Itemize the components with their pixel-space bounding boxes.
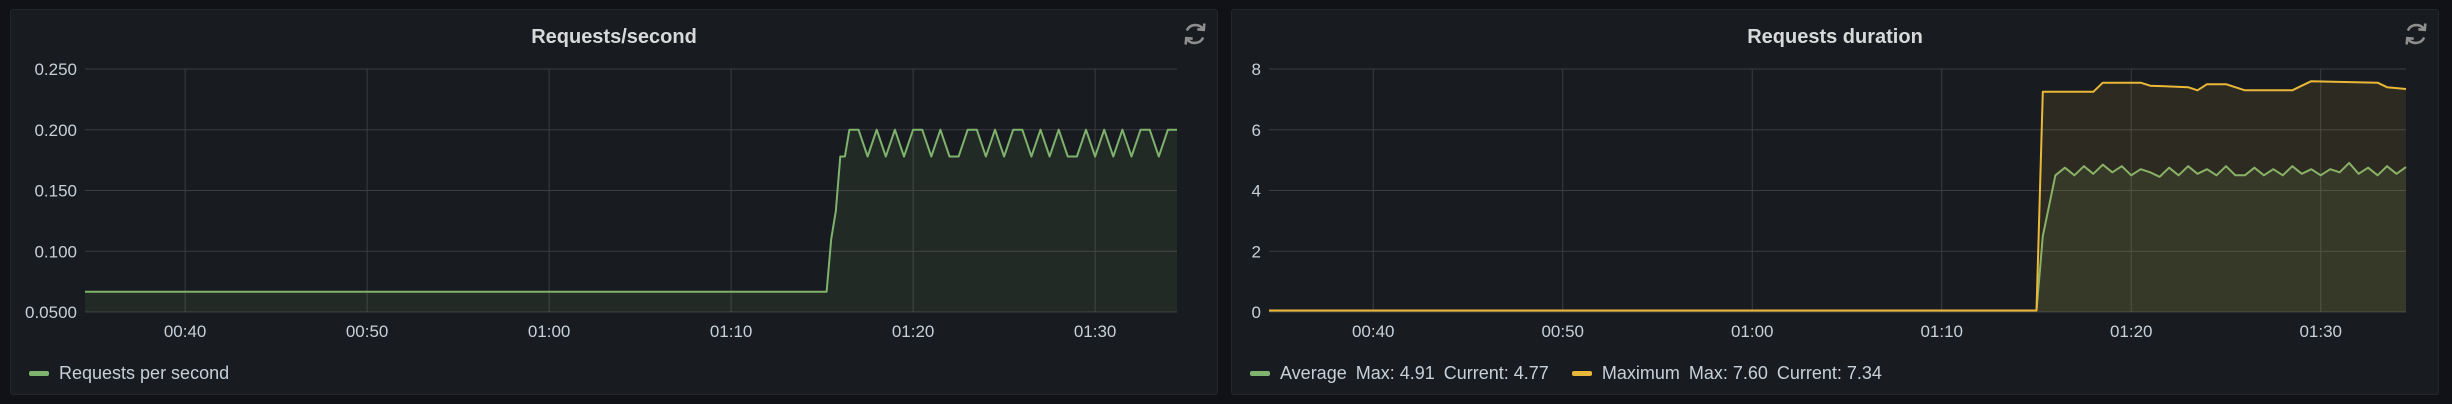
y-tick-label: 0.250	[34, 60, 77, 79]
x-tick-label: 00:40	[1352, 322, 1395, 341]
legend-current: Current: 4.77	[1443, 363, 1549, 383]
legend-swatch	[29, 371, 49, 376]
x-tick-label: 01:10	[710, 322, 753, 341]
chart-requests-per-second: 0.0500 0.100 0.150 0.200 0.250 00:40 00:50 01:0…	[25, 60, 1177, 341]
y-tick-label: 6	[1252, 121, 1261, 140]
y-tick-label: 0.200	[34, 121, 77, 140]
series-area-requests-per-second	[85, 129, 1177, 312]
y-tick-label: 4	[1252, 182, 1261, 201]
legend-item-maximum[interactable]: Maximum Max: 7.60 Current: 7.34	[1571, 363, 1891, 384]
legend-swatch	[1571, 371, 1592, 376]
legend-max: Max: 7.60	[1688, 363, 1768, 383]
y-tick-label: 0.100	[34, 242, 77, 261]
legend: Average Max: 4.91 Current: 4.77 Maximum …	[1250, 363, 1905, 384]
legend-item-average[interactable]: Average Max: 4.91 Current: 4.77	[1250, 363, 1558, 384]
legend-max: Max: 4.91	[1355, 363, 1435, 383]
y-tick-label: 8	[1252, 60, 1261, 79]
y-tick-label: 0.0500	[25, 303, 77, 322]
x-tick-label: 01:00	[528, 322, 571, 341]
x-tick-label: 00:40	[164, 322, 207, 341]
x-tick-label: 01:10	[1920, 322, 1963, 341]
x-tick-label: 01:20	[2110, 322, 2153, 341]
legend-label: Maximum	[1601, 363, 1680, 383]
legend-item[interactable]: Requests per second	[29, 363, 238, 384]
legend-label: Average	[1280, 363, 1347, 383]
panel-requests-per-second: Requests/second 0.0500 0.100 0.150 0.200 0.2…	[10, 9, 1218, 395]
legend-current: Current: 7.34	[1776, 363, 1882, 383]
x-tick-label: 01:30	[1074, 322, 1117, 341]
x-tick-label: 01:00	[1731, 322, 1774, 341]
legend: Requests per second	[29, 363, 252, 384]
panel-requests-duration: Requests duration 0 2 4 6 8 00:40 00:50 01:00 01…	[1231, 9, 2439, 395]
legend-label: Requests per second	[59, 363, 230, 383]
chart-requests-duration: 0 2 4 6 8 00:40 00:50 01:00 01:10 01:20 01:30	[1252, 60, 2407, 341]
x-tick-label: 00:50	[1541, 322, 1584, 341]
legend-swatch	[1250, 371, 1270, 376]
y-tick-label: 0	[1252, 303, 1261, 322]
x-tick-label: 00:50	[346, 322, 389, 341]
x-tick-label: 01:20	[892, 322, 935, 341]
x-tick-label: 01:30	[2299, 322, 2342, 341]
y-tick-label: 2	[1252, 242, 1261, 261]
series-area-maximum	[1269, 81, 2406, 312]
y-tick-label: 0.150	[34, 182, 77, 201]
